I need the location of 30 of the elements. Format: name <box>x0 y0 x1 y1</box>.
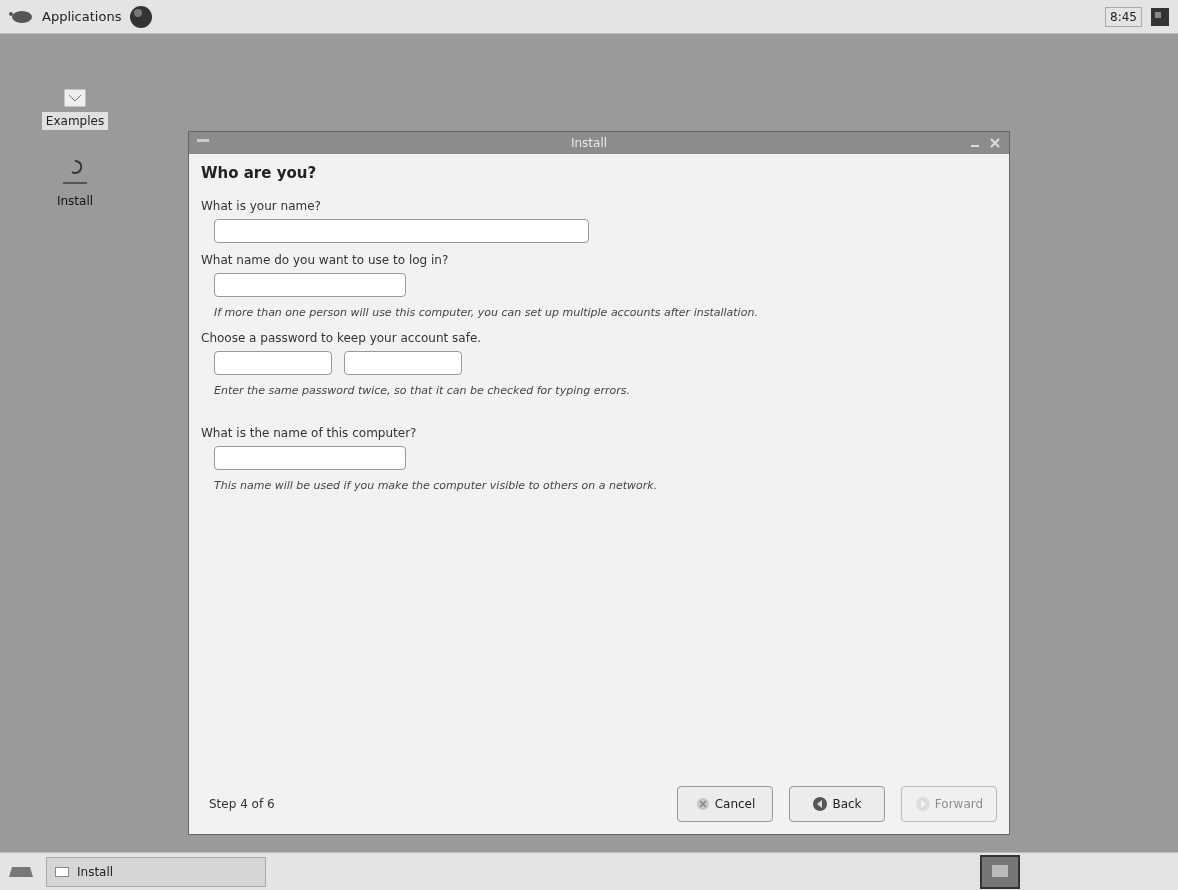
applications-menu[interactable]: Applications <box>42 6 122 27</box>
page-heading: Who are you? <box>201 163 318 184</box>
question-label: What is the name of this computer? <box>201 424 418 442</box>
question-label: Choose a password to keep your account safe. <box>201 330 483 347</box>
hint-text: This name will be used if you make the computer visible to others on a network. <box>213 477 659 494</box>
close-icon[interactable] <box>989 137 1001 149</box>
clock[interactable]: 8:45 <box>1105 6 1142 27</box>
window-title: Install <box>569 135 609 152</box>
input-field[interactable] <box>214 272 406 297</box>
hint-text: Enter the same password twice, so that it can be checked for typing errors. <box>213 383 631 399</box>
folder-icon <box>63 86 87 108</box>
input-field[interactable] <box>214 218 589 243</box>
cancel-icon <box>694 797 711 811</box>
question-label: What name do you want to use to log in? <box>201 251 450 269</box>
back-icon <box>812 796 829 812</box>
input-field[interactable] <box>344 351 462 375</box>
question-label: What is your name? <box>201 197 322 215</box>
step-indicator: Step 4 of 6 <box>208 796 275 813</box>
taskbar-button[interactable]: Install <box>46 856 266 887</box>
user-icon[interactable] <box>1150 6 1170 27</box>
input-field[interactable] <box>214 445 406 470</box>
cancel-button[interactable]: Cancel <box>677 786 773 822</box>
show-desktop-icon[interactable] <box>8 864 34 879</box>
hint-text: If more than one person will use this computer, you can set up multiple accounts after installation. <box>213 304 759 321</box>
desktop-icon-label[interactable]: Examples <box>41 112 109 130</box>
globe-icon[interactable] <box>129 4 154 29</box>
back-button[interactable]: Back <box>789 786 885 822</box>
workspace-icon[interactable] <box>980 854 1020 889</box>
desktop-icon-label[interactable]: Install <box>52 192 98 210</box>
input-field[interactable] <box>214 351 332 375</box>
